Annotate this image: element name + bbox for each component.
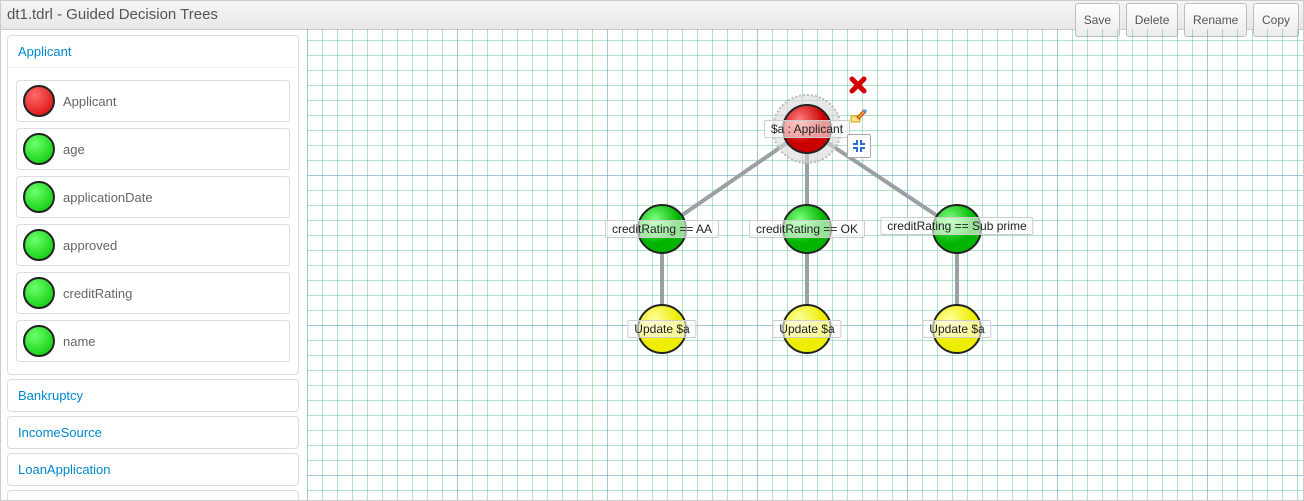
palette-section-incomesource: IncomeSource [7, 416, 299, 449]
palette-item[interactable]: approved [16, 224, 290, 266]
field-swatch-icon [23, 229, 55, 261]
field-swatch-icon [23, 133, 55, 165]
palette-item[interactable]: applicationDate [16, 176, 290, 218]
palette-item[interactable]: name [16, 320, 290, 362]
type-swatch-icon [23, 85, 55, 117]
delete-node-icon[interactable] [847, 74, 869, 96]
tree-svg [307, 29, 1303, 500]
app-window: dt1.tdrl - Guided Decision Trees Save De… [0, 0, 1304, 501]
palette-item-label: name [63, 334, 96, 349]
palette-section-body: Applicant age applicationDate approved [8, 68, 298, 374]
palette-section-loanapplication: LoanApplication [7, 453, 299, 486]
window-title: dt1.tdrl - Guided Decision Trees [7, 6, 218, 23]
palette-item[interactable]: Applicant [16, 80, 290, 122]
collapse-node-icon[interactable] [847, 134, 871, 158]
titlebar: dt1.tdrl - Guided Decision Trees Save De… [1, 1, 1303, 30]
palette-section-header[interactable]: Actions [8, 491, 298, 501]
tree-node-action[interactable] [638, 305, 686, 353]
palette-item-label: Applicant [63, 94, 116, 109]
tree-node-constraint[interactable] [783, 205, 831, 253]
palette-section-actions: Actions [7, 490, 299, 501]
tree-node-action[interactable] [933, 305, 981, 353]
tree-node-root[interactable] [783, 105, 831, 153]
palette-item-label: creditRating [63, 286, 132, 301]
tree-node-constraint[interactable] [638, 205, 686, 253]
field-swatch-icon [23, 277, 55, 309]
editor-body: Applicant Applicant age applicationDate [1, 29, 1303, 500]
palette-section-header[interactable]: Applicant [8, 36, 298, 68]
palette-section-applicant: Applicant Applicant age applicationDate [7, 35, 299, 375]
palette-item-label: applicationDate [63, 190, 153, 205]
palette-section-header[interactable]: Bankruptcy [8, 380, 298, 411]
tree-node-action[interactable] [783, 305, 831, 353]
palette-item-label: age [63, 142, 85, 157]
canvas[interactable]: $a : Applicant creditRating == AA credit… [307, 29, 1303, 500]
palette-section-header[interactable]: LoanApplication [8, 454, 298, 485]
palette-item-label: approved [63, 238, 117, 253]
palette-section-bankruptcy: Bankruptcy [7, 379, 299, 412]
field-swatch-icon [23, 181, 55, 213]
palette-item[interactable]: creditRating [16, 272, 290, 314]
palette-item[interactable]: age [16, 128, 290, 170]
palette-sidebar: Applicant Applicant age applicationDate [7, 35, 299, 500]
edit-node-icon[interactable] [847, 104, 869, 126]
palette-section-header[interactable]: IncomeSource [8, 417, 298, 448]
field-swatch-icon [23, 325, 55, 357]
tree-node-constraint[interactable] [933, 205, 981, 253]
